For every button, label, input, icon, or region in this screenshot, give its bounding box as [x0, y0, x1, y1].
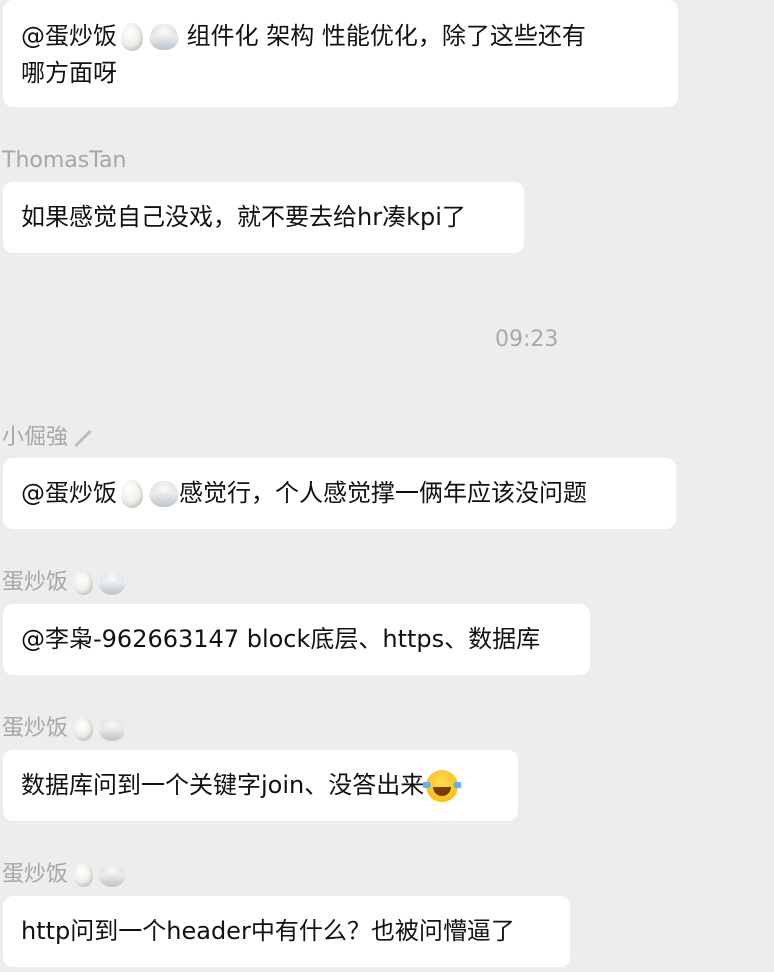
pen-icon	[70, 427, 92, 449]
sender-name-text: 蛋炒饭	[2, 862, 69, 887]
sender-name[interactable]: 蛋炒饭	[2, 860, 127, 890]
egg-emoji-icon	[74, 717, 94, 741]
chat-history: @蛋炒饭 组件化 架构 性能优化，除了这些还有哪方面呀 ThomasTan 如果…	[0, 0, 774, 972]
timestamp: 09:23	[495, 327, 559, 352]
sender-name[interactable]: ThomasTan	[2, 146, 126, 176]
sender-name-text: ThomasTan	[2, 148, 127, 173]
message-bubble[interactable]: http问到一个header中有什么？也被问懵逼了	[3, 896, 570, 967]
mention-text[interactable]: @蛋炒饭	[21, 22, 117, 50]
rice-bowl-emoji-icon	[98, 716, 126, 741]
rice-bowl-emoji-icon	[149, 480, 179, 508]
tears-of-joy-emoji-icon	[423, 769, 462, 802]
sender-name-text: 小倔強	[2, 425, 69, 450]
rice-bowl-emoji-icon	[98, 570, 126, 595]
message-bubble[interactable]: 数据库问到一个关键字join、没答出来	[3, 750, 518, 821]
sender-name[interactable]: 蛋炒饭	[2, 568, 127, 598]
egg-emoji-icon	[74, 571, 94, 595]
sender-name[interactable]: 蛋炒饭	[2, 714, 127, 744]
rice-bowl-emoji-icon	[98, 862, 126, 887]
sender-name-text: 蛋炒饭	[2, 570, 69, 595]
egg-emoji-icon	[121, 23, 143, 51]
egg-emoji-icon	[74, 863, 94, 887]
message-text: 组件化 架构 性能优化，除了这些还有	[179, 22, 586, 50]
mention-text[interactable]: @蛋炒饭	[21, 475, 117, 512]
message-bubble[interactable]: @李枭-962663147 block底层、https、数据库	[3, 604, 590, 675]
message-bubble[interactable]: 如果感觉自己没戏，就不要去给hr凑kpi了	[3, 182, 524, 253]
message-text: http问到一个header中有什么？也被问懵逼了	[21, 917, 515, 945]
sender-name[interactable]: 小倔強	[2, 423, 92, 453]
message-text: 感觉行，个人感觉撑一俩年应该没问题	[179, 479, 587, 507]
message-text: 哪方面呀	[21, 59, 117, 87]
sender-name-text: 蛋炒饭	[2, 716, 69, 741]
message-text: @李枭-962663147 block底层、https、数据库	[21, 625, 541, 653]
message-text: 数据库问到一个关键字join、没答出来	[21, 771, 425, 799]
egg-emoji-icon	[121, 479, 143, 508]
rice-bowl-emoji-icon	[149, 23, 179, 51]
message-bubble[interactable]: @蛋炒饭 感觉行，个人感觉撑一俩年应该没问题	[3, 458, 676, 529]
message-text: 如果感觉自己没戏，就不要去给hr凑kpi了	[21, 203, 466, 231]
message-bubble[interactable]: @蛋炒饭 组件化 架构 性能优化，除了这些还有哪方面呀	[3, 0, 678, 107]
